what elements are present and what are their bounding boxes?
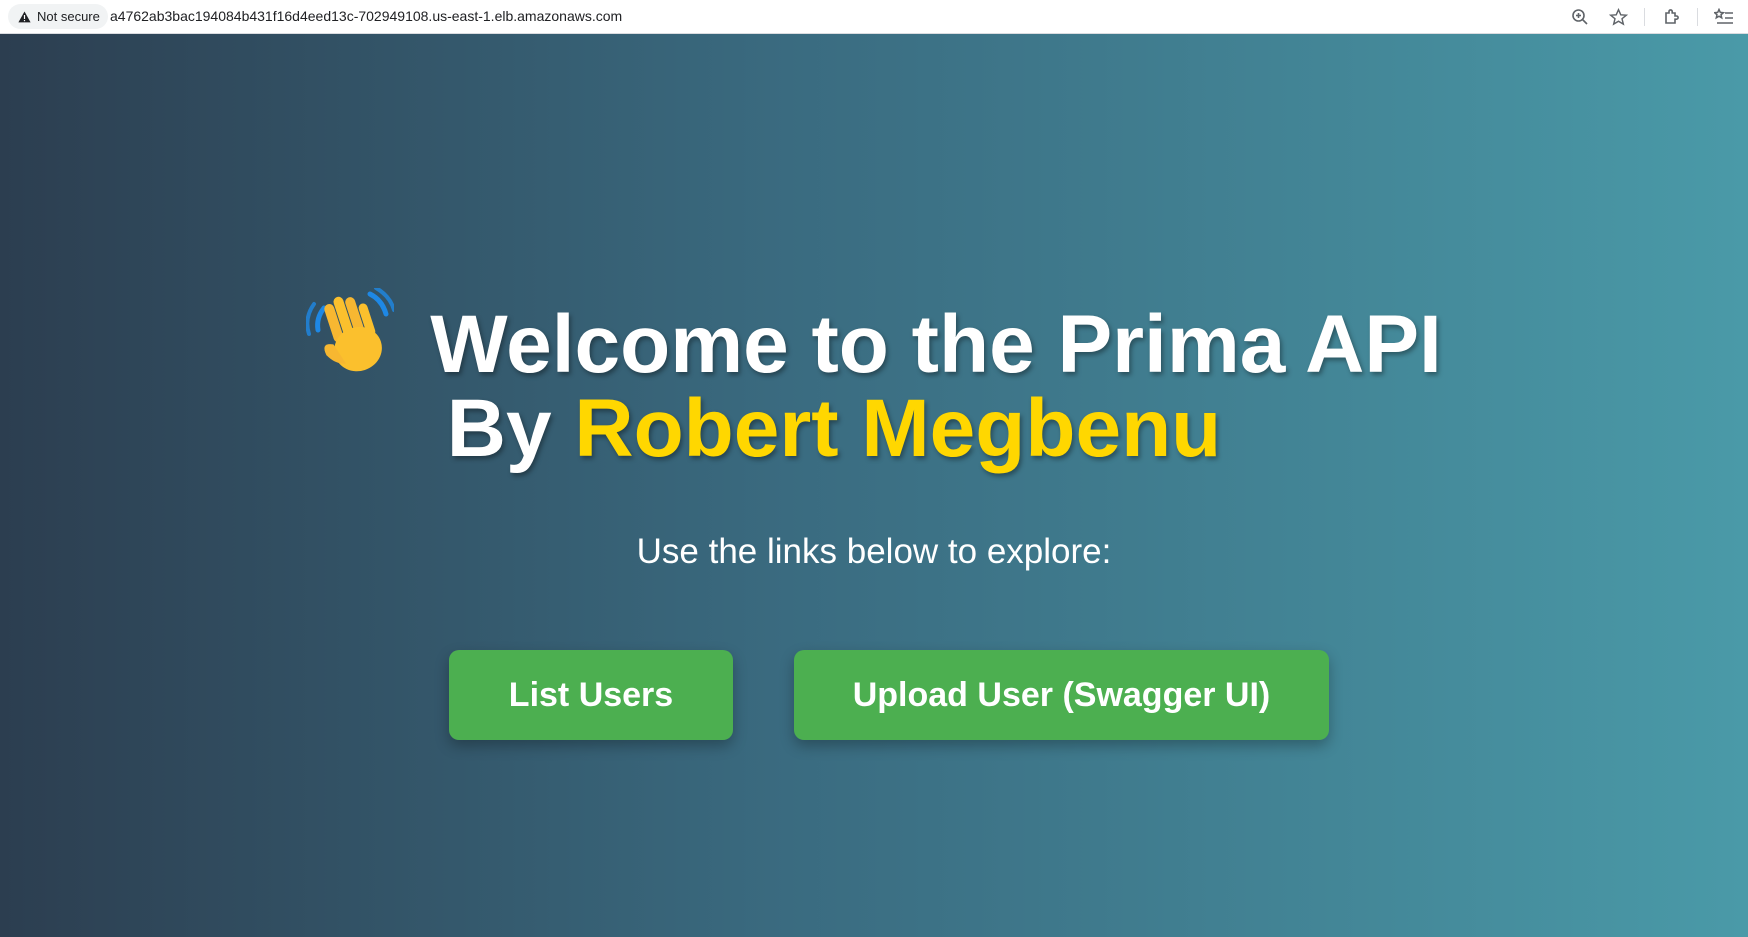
welcome-page: Welcome to the Prima API By Robert Megbe… <box>0 34 1748 937</box>
list-users-button[interactable]: List Users <box>449 650 733 740</box>
byline: By Robert Megbenu <box>0 388 1708 470</box>
toolbar-divider <box>1644 8 1645 26</box>
title-text: Welcome to the Prima API <box>430 299 1442 390</box>
extensions-icon[interactable] <box>1659 5 1683 29</box>
author-name: Robert Megbenu <box>574 383 1222 474</box>
security-label: Not secure <box>37 9 100 24</box>
by-label: By <box>446 383 552 474</box>
waving-hand-icon <box>305 286 397 392</box>
browser-toolbar-icons <box>1568 5 1736 29</box>
zoom-icon[interactable] <box>1568 5 1592 29</box>
browser-address-bar: Not secure a4762ab3bac194084b431f16d4eed… <box>0 0 1748 34</box>
upload-user-button[interactable]: Upload User (Swagger UI) <box>794 650 1329 740</box>
site-security-chip[interactable]: Not secure <box>8 4 108 29</box>
url-field[interactable]: a4762ab3bac194084b431f16d4eed13c-7029491… <box>110 8 622 24</box>
reading-list-icon[interactable] <box>1712 5 1736 29</box>
toolbar-divider <box>1697 8 1698 26</box>
subtitle: Use the links below to explore: <box>636 532 1112 571</box>
page-title: Welcome to the Prima API <box>0 286 1748 392</box>
bookmark-star-icon[interactable] <box>1606 5 1630 29</box>
warning-triangle-icon <box>18 11 31 23</box>
